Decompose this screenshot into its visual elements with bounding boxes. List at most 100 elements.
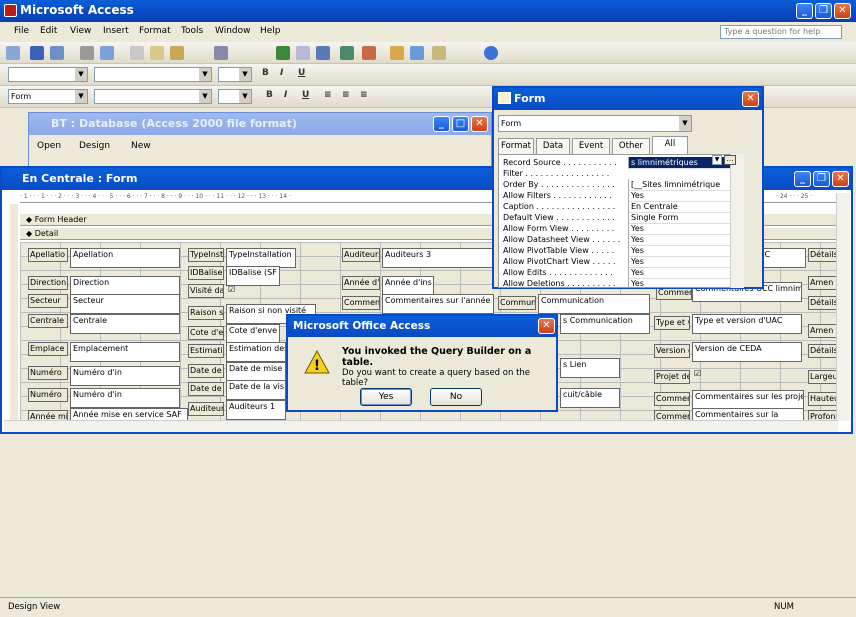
- toolbox-icon[interactable]: [296, 46, 310, 60]
- copy-icon[interactable]: [150, 46, 164, 60]
- database-window-icon[interactable]: [410, 46, 424, 60]
- field-textbox[interactable]: TypeInstallation: [226, 248, 296, 268]
- field-label[interactable]: Direction: [28, 276, 68, 290]
- field-textbox[interactable]: Centrale: [70, 314, 180, 334]
- property-row[interactable]: Allow Filters . . . . . . . . . . . . Yes: [499, 190, 743, 202]
- db-close-button[interactable]: ✕: [471, 116, 488, 132]
- menu-help[interactable]: Help: [260, 26, 281, 36]
- field-textbox[interactable]: Auditeurs 1: [226, 400, 286, 420]
- form-restore-button[interactable]: ❐: [813, 171, 830, 187]
- field-textbox[interactable]: Version de CEDA: [692, 342, 802, 362]
- field-textbox[interactable]: Année d'ins: [382, 276, 434, 296]
- underline-button-2[interactable]: U: [302, 90, 309, 100]
- field-label[interactable]: Raison si: [188, 306, 224, 320]
- italic-button-2[interactable]: I: [284, 90, 287, 100]
- property-row[interactable]: Allow Edits . . . . . . . . . . . . . Yes: [499, 267, 743, 279]
- property-row[interactable]: Allow Datasheet View . . . . . . Yes: [499, 234, 743, 246]
- field-textbox[interactable]: Date de mise: [226, 362, 286, 382]
- field-label[interactable]: Version c: [654, 344, 690, 358]
- field-label[interactable]: Auditeurs: [342, 248, 380, 262]
- field-label[interactable]: Estimatio: [188, 344, 224, 358]
- align-center-icon[interactable]: ≡: [342, 90, 350, 100]
- view-icon[interactable]: [6, 46, 20, 60]
- field-label[interactable]: Projet de: [654, 370, 690, 384]
- menu-tools[interactable]: Tools: [181, 26, 203, 36]
- field-textbox[interactable]: cuit/câble: [560, 388, 620, 408]
- save-icon[interactable]: [30, 46, 44, 60]
- field-label[interactable]: Largeu: [808, 370, 838, 384]
- field-label[interactable]: Centrale: [28, 314, 68, 328]
- field-label[interactable]: Détails: [808, 344, 838, 358]
- property-row[interactable]: Default View . . . . . . . . . . . . Sing…: [499, 212, 743, 224]
- menu-file[interactable]: File: [14, 26, 29, 36]
- field-textbox[interactable]: Emplacement: [70, 342, 180, 362]
- field-textbox[interactable]: Date de la vis: [226, 380, 286, 400]
- object-combo[interactable]: Form ▼: [8, 89, 88, 104]
- field-label[interactable]: Apellatio: [28, 248, 68, 262]
- print-preview-icon[interactable]: [100, 46, 114, 60]
- field-label[interactable]: IDBalise: [188, 266, 224, 280]
- properties-icon[interactable]: [362, 46, 376, 60]
- field-textbox[interactable]: s Lien: [560, 358, 620, 378]
- property-row[interactable]: Caption . . . . . . . . . . . . . . . .E…: [499, 201, 743, 213]
- field-label[interactable]: Amen: [808, 324, 838, 338]
- code-icon[interactable]: [340, 46, 354, 60]
- align-right-icon[interactable]: ≡: [360, 90, 368, 100]
- tab-other[interactable]: Other: [612, 138, 650, 154]
- field-label[interactable]: Amen: [808, 276, 838, 290]
- menu-edit[interactable]: Edit: [40, 26, 57, 36]
- form-close-button[interactable]: ✕: [832, 171, 849, 187]
- font-name-combo[interactable]: ▼: [94, 89, 212, 104]
- field-textbox[interactable]: Commentaires sur l'année d: [382, 294, 494, 314]
- property-row[interactable]: Record Source . . . . . . . . . . .s lim…: [499, 157, 743, 169]
- form-horizontal-scrollbar[interactable]: [4, 420, 838, 432]
- bold-button-2[interactable]: B: [266, 90, 273, 100]
- field-label[interactable]: Année d': [342, 276, 380, 290]
- font-size-combo[interactable]: ▼: [218, 89, 252, 104]
- help-search-input[interactable]: Type a question for help: [720, 25, 842, 39]
- field-textbox[interactable]: Estimation des: [226, 342, 286, 362]
- field-label[interactable]: Cote d'er: [188, 326, 224, 340]
- property-value[interactable]: Yes: [628, 278, 743, 287]
- db-maximize-button[interactable]: □: [452, 116, 469, 132]
- property-row[interactable]: Allow PivotTable View . . . . . Yes: [499, 245, 743, 257]
- field-textbox[interactable]: Numéro d'in: [70, 388, 180, 408]
- field-label[interactable]: Numéro: [28, 388, 68, 402]
- form-vertical-scrollbar[interactable]: [836, 193, 850, 421]
- field-textbox[interactable]: Auditeurs 3: [382, 248, 494, 268]
- field-label[interactable]: Date de: [188, 364, 224, 378]
- menu-window[interactable]: Window: [215, 26, 251, 36]
- field-list-icon[interactable]: [276, 46, 290, 60]
- field-label[interactable]: Emplace: [28, 342, 68, 356]
- field-textbox[interactable]: Cote d'enve: [226, 324, 280, 344]
- field-textbox[interactable]: Apellation: [70, 248, 180, 268]
- no-button[interactable]: No: [430, 388, 482, 406]
- paste-icon[interactable]: [170, 46, 184, 60]
- field-label[interactable]: TypeInst: [188, 248, 224, 262]
- field-textbox[interactable]: Secteur: [70, 294, 180, 314]
- visite-checkbox[interactable]: ☑: [226, 284, 244, 298]
- property-row[interactable]: Allow Form View . . . . . . . . . Yes: [499, 223, 743, 235]
- bold-button[interactable]: B: [262, 68, 269, 78]
- menu-insert[interactable]: Insert: [103, 26, 129, 36]
- form-minimize-button[interactable]: _: [794, 171, 811, 187]
- field-label[interactable]: Commen: [654, 392, 690, 406]
- build-ellipsis-button[interactable]: …: [724, 155, 736, 165]
- field-label[interactable]: Date de l: [188, 382, 224, 396]
- field-textbox[interactable]: s Communication: [560, 314, 650, 334]
- help-icon[interactable]: [484, 46, 498, 60]
- field-textbox[interactable]: Numéro d'in: [70, 366, 180, 386]
- field-label[interactable]: Numéro: [28, 366, 68, 380]
- field-label[interactable]: Type et v: [654, 316, 690, 330]
- field-label[interactable]: Auditeurs: [188, 402, 224, 416]
- italic-button[interactable]: I: [280, 68, 283, 78]
- db-design-button[interactable]: Design: [79, 141, 110, 151]
- autoformat-icon[interactable]: [316, 46, 330, 60]
- object-selector[interactable]: Form ▼: [498, 115, 692, 132]
- menu-format[interactable]: Format: [139, 26, 171, 36]
- print-icon[interactable]: [80, 46, 94, 60]
- field-textbox[interactable]: Direction: [70, 276, 180, 296]
- field-label[interactable]: Visité dar: [188, 284, 224, 298]
- property-row[interactable]: Filter . . . . . . . . . . . . . . . . .: [499, 168, 743, 179]
- tab-data[interactable]: Data: [536, 138, 570, 154]
